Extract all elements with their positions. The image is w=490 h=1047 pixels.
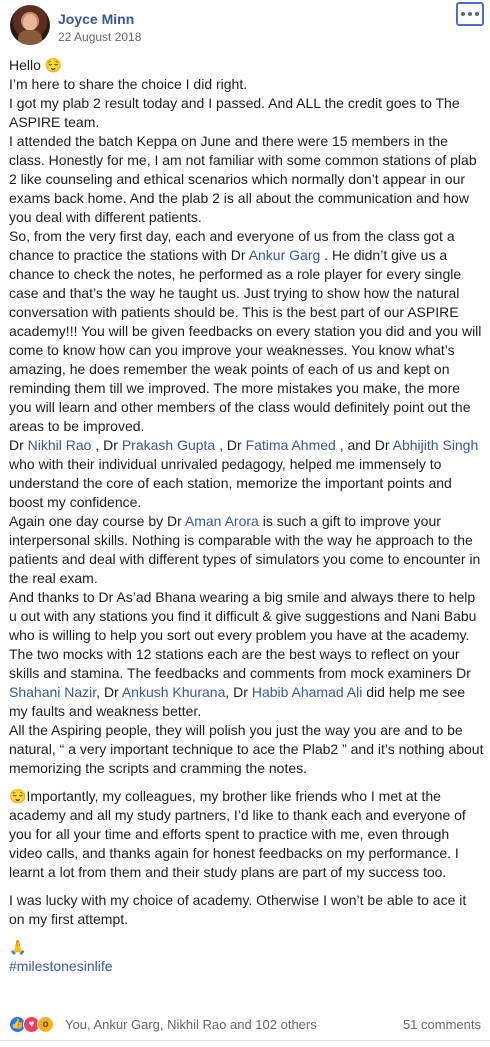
post-text: , Dr — [225, 684, 252, 700]
mentioned-name-link[interactable]: Ankur Garg — [249, 247, 321, 263]
post-text: The two mocks with 12 stations each are … — [9, 646, 471, 681]
post-paragraph: All the Aspiring people, they will polis… — [9, 721, 484, 778]
post-text: Importantly, my colleagues, my brother l… — [9, 788, 466, 880]
post-paragraph: 😌Importantly, my colleagues, my brother … — [9, 787, 484, 882]
post-text: All the Aspiring people, they will polis… — [9, 722, 484, 776]
post-paragraph: I’m here to share the choice I did right… — [9, 75, 484, 94]
post-text: Again one day course by Dr — [9, 513, 185, 529]
post-paragraph: So, from the very first day, each and ev… — [9, 227, 484, 436]
post-text: I’m here to share the choice I did right… — [9, 76, 248, 92]
post-text: who with their individual unrivaled peda… — [9, 456, 452, 510]
mentioned-name-link[interactable]: Habib Ahamad Ali — [252, 684, 363, 700]
divider — [0, 1040, 490, 1041]
comments-count[interactable]: 51 comments — [403, 1017, 481, 1032]
avatar[interactable] — [10, 5, 50, 45]
post-paragraph: I got my plab 2 result today and I passe… — [9, 94, 484, 132]
dot-icon — [468, 12, 472, 16]
wow-icon: o — [37, 1016, 54, 1033]
post-footer: 👍 ♥ o You, Ankur Garg, Nikhil Rao and 10… — [9, 1014, 481, 1036]
post-card: Joyce Minn 22 August 2018 Hello 😌 I’m her… — [0, 0, 490, 1047]
post-date[interactable]: 22 August 2018 — [58, 30, 141, 44]
reaction-icons[interactable]: 👍 ♥ o — [9, 1014, 65, 1034]
post-text: And thanks to Dr As’ad Bhana wearing a b… — [9, 589, 477, 643]
emoji-icon: 😌 — [44, 57, 63, 73]
post-paragraph: And thanks to Dr As’ad Bhana wearing a b… — [9, 588, 484, 645]
post-paragraph: #milestonesinlife — [9, 957, 484, 976]
author-name[interactable]: Joyce Minn — [58, 11, 134, 27]
mentioned-name-link[interactable]: Prakash Gupta — [122, 437, 215, 453]
post-text: I was lucky with my choice of academy. O… — [9, 892, 467, 927]
mentioned-name-link[interactable]: Aman Arora — [185, 513, 259, 529]
post-body: Hello 😌 I’m here to share the choice I di… — [9, 56, 484, 976]
post-header: Joyce Minn 22 August 2018 — [10, 5, 490, 45]
mentioned-name-link[interactable]: Abhijith Singh — [393, 437, 479, 453]
post-paragraph: I attended the batch Keppa on June and t… — [9, 132, 484, 227]
post-text: . He didn’t give us a chance to check th… — [9, 247, 482, 434]
mentioned-name-link[interactable]: Fatima Ahmed — [246, 437, 336, 453]
post-text: Dr — [9, 437, 28, 453]
post-paragraph: Again one day course by Dr Aman Arora is… — [9, 512, 484, 588]
post-text: , Dr — [215, 437, 246, 453]
more-options-button[interactable] — [456, 2, 484, 26]
post-paragraph: 🙏 — [9, 938, 484, 957]
mentioned-name-link[interactable]: Nikhil Rao — [28, 437, 92, 453]
mentioned-name-link[interactable]: Ankush Khurana — [122, 684, 226, 700]
emoji-icon: 😌 — [9, 788, 27, 804]
post-paragraph: The two mocks with 12 stations each are … — [9, 645, 484, 721]
post-text: , Dr — [96, 684, 122, 700]
post-paragraph: Hello 😌 — [9, 56, 484, 75]
dot-icon — [475, 12, 479, 16]
mentioned-name-link[interactable]: Shahani Nazir — [9, 684, 96, 700]
post-text: I attended the batch Keppa on June and t… — [9, 133, 477, 225]
dot-icon — [461, 12, 465, 16]
post-paragraph: I was lucky with my choice of academy. O… — [9, 891, 484, 929]
hashtag-link[interactable]: #milestonesinlife — [9, 958, 113, 974]
post-paragraph: Dr Nikhil Rao , Dr Prakash Gupta , Dr Fa… — [9, 436, 484, 512]
post-text: Hello — [9, 57, 45, 73]
post-text: , Dr — [91, 437, 122, 453]
reactions-summary[interactable]: You, Ankur Garg, Nikhil Rao and 102 othe… — [65, 1017, 317, 1032]
post-text: I got my plab 2 result today and I passe… — [9, 95, 460, 130]
post-text: , and Dr — [335, 437, 393, 453]
emoji-icon: 🙏 — [9, 939, 27, 955]
